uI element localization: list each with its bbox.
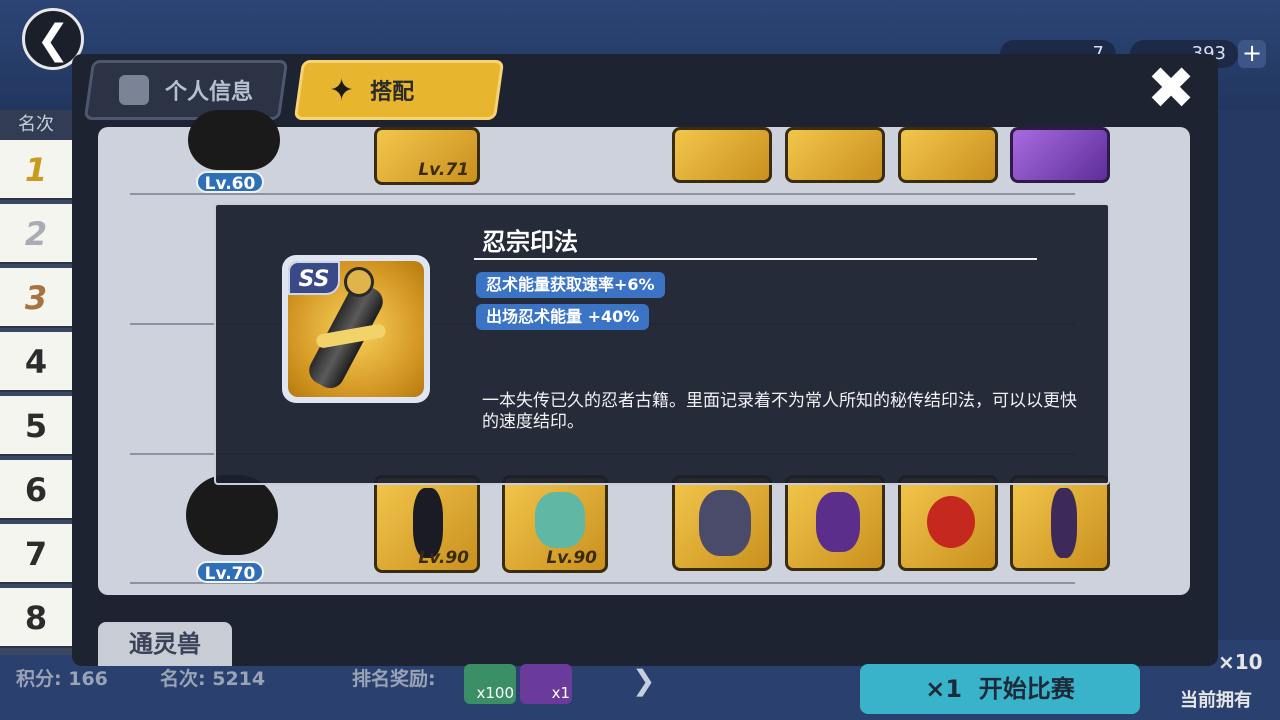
rank-cell: 3: [0, 268, 72, 328]
title-divider: [474, 258, 1037, 260]
summon-card[interactable]: Lv.90: [502, 475, 608, 573]
level-badge: Lv.70: [196, 561, 264, 584]
item-title: 忍宗印法: [482, 228, 578, 256]
equipment-card[interactable]: [672, 127, 772, 183]
equipment-card[interactable]: [898, 475, 998, 571]
stat-pill: 出场忍术能量 +40%: [476, 304, 650, 330]
equipment-card[interactable]: [672, 475, 772, 571]
ninja-avatar[interactable]: [186, 475, 278, 555]
row-divider: [130, 582, 1075, 584]
close-x-icon: ✖: [1146, 54, 1196, 122]
owned-label: 当前拥有: [1180, 690, 1252, 711]
points-value: 166: [68, 668, 108, 690]
rank-column-header: 名次: [0, 110, 72, 140]
equipment-card[interactable]: [785, 475, 885, 571]
scroll-cap-shape: [344, 267, 374, 297]
arrow-left-icon: ❮: [36, 17, 70, 63]
rank-cell: 6: [0, 460, 72, 520]
item-icon-frame: SS: [282, 255, 430, 403]
start-match-button[interactable]: ×1 开始比赛: [860, 664, 1140, 714]
rank-cell: 1: [0, 140, 72, 200]
reward-item[interactable]: x1: [520, 664, 572, 704]
rank-cell: 2: [0, 204, 72, 264]
rank-cell: 4: [0, 332, 72, 392]
card-level: Lv.90: [418, 548, 469, 568]
section-tab-summon[interactable]: 通灵兽: [98, 622, 232, 666]
rarity-badge: SS: [288, 261, 340, 295]
ninja-avatar[interactable]: [188, 110, 280, 170]
tab-label: 个人信息: [165, 80, 254, 105]
card-level: Lv.71: [418, 160, 469, 180]
rank-cell: 7: [0, 524, 72, 584]
stat-pill: 忍术能量获取速率+6%: [476, 272, 665, 298]
owned-count: ×10: [1218, 650, 1263, 674]
rank-label: 名次: 5214: [160, 668, 266, 690]
equipment-card[interactable]: [1010, 475, 1110, 571]
crystal-icon: [816, 492, 860, 552]
ninja-scroll-icon: SS: [288, 261, 424, 397]
bomb-icon: [927, 496, 975, 548]
card-level: Lv.90: [546, 548, 597, 568]
rank-cell: 8: [0, 588, 72, 648]
reward-label: 排名奖励:: [352, 668, 436, 690]
weapon-card[interactable]: Lv.71: [374, 127, 480, 185]
boots-icon: [699, 490, 751, 556]
equipment-card[interactable]: [785, 127, 885, 183]
chevron-right-icon[interactable]: ❯: [632, 664, 655, 697]
equipment-card[interactable]: [898, 127, 998, 183]
item-description: 一本失传已久的忍者古籍。里面记录着不为常人所知的秘传结印法，可以以更快的速度结印…: [482, 391, 1077, 432]
profile-icon: [119, 75, 149, 105]
tab-label: 搭配: [370, 80, 415, 105]
shuriken-icon: ✦: [329, 72, 355, 108]
rank-value: 5214: [212, 668, 266, 690]
equipment-card[interactable]: [1010, 127, 1110, 183]
row-divider: [130, 193, 1075, 195]
add-resource-button[interactable]: +: [1238, 40, 1266, 68]
close-button[interactable]: ✖: [1143, 59, 1199, 117]
cat-icon: [535, 492, 585, 548]
level-badge: Lv.60: [196, 171, 264, 194]
points-label: 积分: 166: [16, 668, 108, 690]
scroll-weapon-icon: [1051, 488, 1077, 558]
reward-item[interactable]: x100: [464, 664, 516, 704]
weapon-card[interactable]: Lv.90: [374, 475, 480, 573]
rank-cell: 5: [0, 396, 72, 456]
tab-lineup[interactable]: ✦ 搭配: [293, 60, 505, 120]
